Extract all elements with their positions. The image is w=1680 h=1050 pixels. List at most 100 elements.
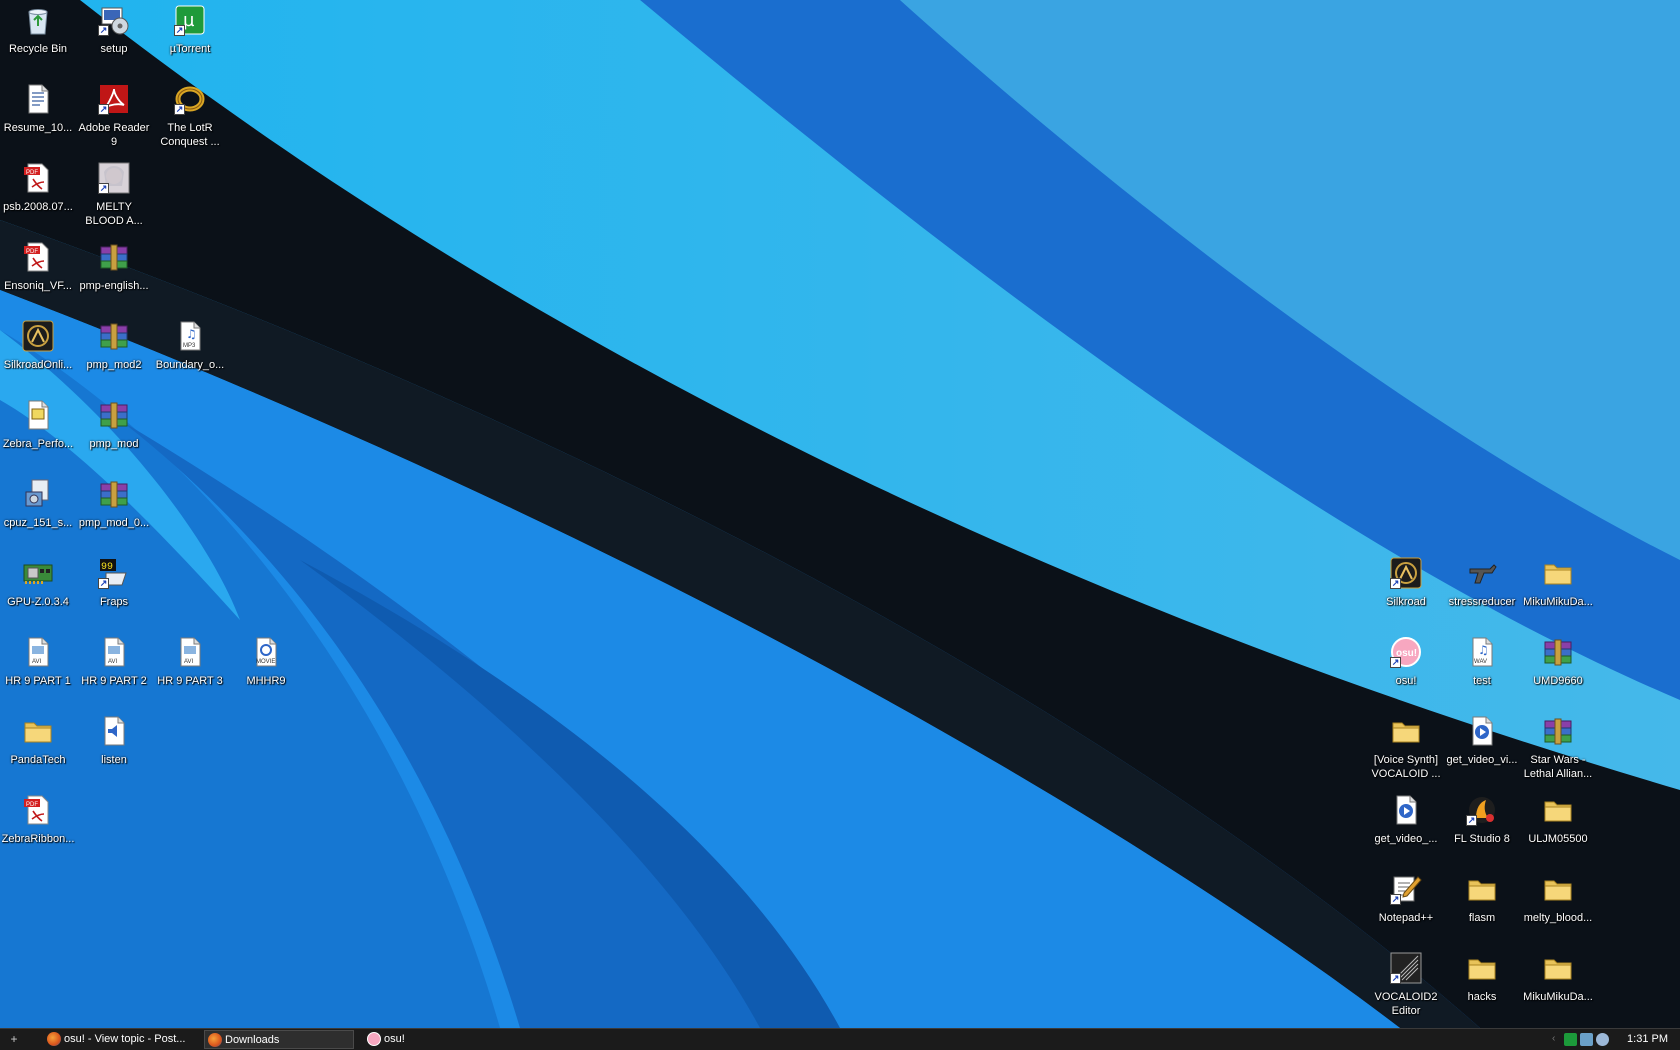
- folder-icon: [1542, 952, 1574, 984]
- desktop-icon-label: melty_blood...: [1523, 912, 1593, 924]
- desktop-icon-label: Adobe Reader 9: [78, 122, 150, 148]
- installer-icon: [22, 478, 54, 510]
- desktop-icon[interactable]: ↗ Silkroad: [1368, 553, 1444, 609]
- osu-icon: osu! ↗: [1390, 636, 1422, 668]
- svg-text:MOVIE: MOVIE: [256, 659, 275, 665]
- desktop-icon-label: stressreducer: [1448, 596, 1516, 608]
- desktop-icon[interactable]: µ ↗ µTorrent: [152, 0, 228, 56]
- desktop-icon[interactable]: ↗ setup: [76, 0, 152, 56]
- desktop-icon[interactable]: stressreducer: [1444, 553, 1520, 609]
- desktop-icon[interactable]: melty_blood...: [1520, 869, 1596, 925]
- desktop-icon[interactable]: PDF psb.2008.07...: [0, 158, 76, 214]
- desktop-icon[interactable]: ↗ FL Studio 8: [1444, 790, 1520, 846]
- desktop-icon[interactable]: AVI HR 9 PART 2: [76, 632, 152, 688]
- network-tray-icon[interactable]: [1580, 1033, 1593, 1046]
- shortcut-arrow-icon: ↗: [174, 25, 185, 36]
- desktop-icon-label: HR 9 PART 1: [5, 675, 71, 687]
- gun-icon: [1466, 557, 1498, 589]
- anime-icon: ↗: [98, 162, 130, 194]
- desktop-icon[interactable]: PDF Ensoniq_VF...: [0, 237, 76, 293]
- desktop-icon-label: listen: [101, 754, 127, 766]
- desktop-icon[interactable]: Star Wars - Lethal Allian...: [1520, 711, 1596, 781]
- desktop[interactable]: Recycle Bin ↗ setup µ ↗ µTorrent Resume_10... ↗…: [0, 0, 1680, 1028]
- desktop-icon[interactable]: Zebra_Perfo...: [0, 395, 76, 451]
- desktop-icon[interactable]: ↗ Adobe Reader 9: [76, 79, 152, 149]
- utorrent-tray-icon[interactable]: [1564, 1033, 1577, 1046]
- desktop-icon[interactable]: Recycle Bin: [0, 0, 76, 56]
- desktop-icon-label: get_video_vi...: [1446, 754, 1518, 766]
- desktop-icon[interactable]: AVI HR 9 PART 1: [0, 632, 76, 688]
- shortcut-arrow-icon: ↗: [98, 578, 109, 589]
- desktop-icon-label: Boundary_o...: [155, 359, 225, 371]
- desktop-icon-label: setup: [100, 43, 128, 55]
- desktop-icon[interactable]: SilkroadOnli...: [0, 316, 76, 372]
- desktop-icon-label: cpuz_151_s...: [3, 517, 73, 529]
- desktop-icon[interactable]: pmp_mod: [76, 395, 152, 451]
- desktop-icon[interactable]: GPU-Z.0.3.4: [0, 553, 76, 609]
- desktop-icon[interactable]: ↗ The LotR Conquest ...: [152, 79, 228, 149]
- desktop-icon[interactable]: osu! ↗ osu!: [1368, 632, 1444, 688]
- rar-archive-icon: [1542, 636, 1574, 668]
- folder-icon: [1466, 952, 1498, 984]
- desktop-icon[interactable]: PDF ZebraRibbon...: [0, 790, 76, 846]
- desktop-icon[interactable]: get_video_vi...: [1444, 711, 1520, 767]
- desktop-icon-label: The LotR Conquest ...: [160, 122, 220, 148]
- desktop-icon[interactable]: 99 ↗ Fraps: [76, 553, 152, 609]
- desktop-icon-label: Star Wars - Lethal Allian...: [1523, 754, 1593, 780]
- folder-icon: [1390, 715, 1422, 747]
- desktop-icon[interactable]: flasm: [1444, 869, 1520, 925]
- desktop-icon[interactable]: hacks: [1444, 948, 1520, 1004]
- taskbar-button-osu[interactable]: osu!: [364, 1030, 514, 1049]
- desktop-icon[interactable]: ↗ VOCALOID2 Editor: [1368, 948, 1444, 1018]
- desktop-icon[interactable]: MOVIE MHHR9: [228, 632, 304, 688]
- desktop-icon-label: MikuMikuDa...: [1523, 991, 1593, 1003]
- desktop-icon[interactable]: MikuMikuDa...: [1520, 948, 1596, 1004]
- start-button[interactable]: +: [4, 1031, 24, 1048]
- document-icon: [22, 83, 54, 115]
- desktop-icon[interactable]: listen: [76, 711, 152, 767]
- desktop-icon[interactable]: ♫ MP3 Boundary_o...: [152, 316, 228, 372]
- desktop-icon-label: flasm: [1468, 912, 1496, 924]
- desktop-icon[interactable]: ♫ WAV test: [1444, 632, 1520, 688]
- desktop-icon-label: UMD9660: [1533, 675, 1583, 687]
- osu-icon: [367, 1032, 381, 1046]
- desktop-icon[interactable]: ↗ Notepad++: [1368, 869, 1444, 925]
- desktop-icon[interactable]: pmp_mod_0...: [76, 474, 152, 530]
- desktop-icon[interactable]: Resume_10...: [0, 79, 76, 135]
- setup-icon: ↗: [98, 4, 130, 36]
- desktop-icon-label: Fraps: [99, 596, 129, 608]
- desktop-icon-label: [Voice Synth] VOCALOID ...: [1371, 754, 1441, 780]
- clock[interactable]: 1:31 PM: [1627, 1029, 1668, 1050]
- chevron-left-icon[interactable]: ‹: [1552, 1033, 1555, 1044]
- desktop-icon-label: osu!: [1395, 675, 1417, 687]
- movie-icon: MOVIE: [250, 636, 282, 668]
- desktop-icon-label: test: [1473, 675, 1491, 687]
- desktop-icon[interactable]: MikuMikuDa...: [1520, 553, 1596, 609]
- desktop-icon[interactable]: ↗ MELTY BLOOD A...: [76, 158, 152, 228]
- desktop-icon[interactable]: pmp-english...: [76, 237, 152, 293]
- shortcut-arrow-icon: ↗: [98, 183, 109, 194]
- audio-document-icon: [98, 715, 130, 747]
- desktop-icon[interactable]: get_video_...: [1368, 790, 1444, 846]
- volume-tray-icon[interactable]: [1596, 1033, 1609, 1046]
- shortcut-arrow-icon: ↗: [1466, 815, 1477, 826]
- desktop-icon-label: SilkroadOnli...: [3, 359, 73, 371]
- desktop-icon-label: ULJM05500: [1528, 833, 1588, 845]
- taskbar: + osu! - View topic - Post... Downloads …: [0, 1028, 1680, 1050]
- firefox-icon: [208, 1033, 222, 1047]
- taskbar-button-osu-forum[interactable]: osu! - View topic - Post...: [44, 1030, 194, 1049]
- desktop-icon[interactable]: [Voice Synth] VOCALOID ...: [1368, 711, 1444, 781]
- desktop-icon[interactable]: cpuz_151_s...: [0, 474, 76, 530]
- media-file-icon: [1390, 794, 1422, 826]
- shortcut-arrow-icon: ↗: [98, 25, 109, 36]
- desktop-icon[interactable]: UMD9660: [1520, 632, 1596, 688]
- desktop-icon-label: HR 9 PART 2: [81, 675, 147, 687]
- desktop-icon[interactable]: ULJM05500: [1520, 790, 1596, 846]
- taskbar-button-downloads[interactable]: Downloads: [204, 1030, 354, 1049]
- desktop-icon[interactable]: PandaTech: [0, 711, 76, 767]
- desktop-icon[interactable]: pmp_mod2: [76, 316, 152, 372]
- svg-text:AVI: AVI: [108, 659, 118, 665]
- desktop-icon[interactable]: AVI HR 9 PART 3: [152, 632, 228, 688]
- desktop-icon-label: Zebra_Perfo...: [2, 438, 74, 450]
- system-tray: ‹ 1:31 PM: [1550, 1029, 1680, 1050]
